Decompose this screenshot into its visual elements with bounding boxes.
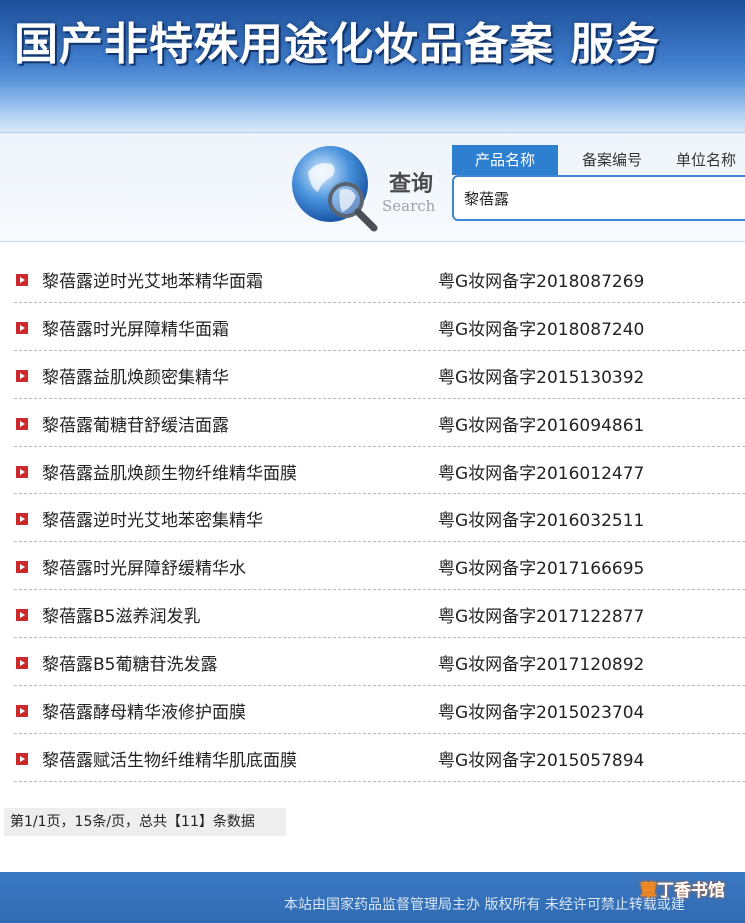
product-name-link[interactable]: 黎蓓露时光屏障舒缓精华水	[42, 554, 246, 579]
pagination-info: 第1/1页，15条/页，总共【11】条数据	[4, 808, 286, 836]
record-number: 粤G妆网备字2017120892	[438, 655, 645, 676]
list-item: 黎蓓露B5滋养润发乳 粤G妆网备字2017122877	[14, 590, 745, 639]
product-name-link[interactable]: 黎蓓露逆时光艾地苯密集精华	[42, 506, 263, 531]
result-list: 黎蓓露逆时光艾地苯精华面霜 粤G妆网备字2018087269 黎蓓露时光屏障精华…	[14, 255, 745, 782]
bullet-arrow-icon	[16, 561, 28, 574]
list-item: 黎蓓露时光屏障精华面霜 粤G妆网备字2018087240	[14, 303, 745, 351]
bullet-arrow-icon	[16, 369, 28, 382]
list-item: 黎蓓露逆时光艾地苯精华面霜 粤G妆网备字2018087269	[14, 255, 745, 303]
list-item: 黎蓓露时光屏障舒缓精华水 粤G妆网备字2017166695	[14, 542, 745, 591]
record-number: 粤G妆网备字2016012477	[438, 463, 645, 484]
page-title: 国产非特殊用途化妆品备案 服务	[14, 19, 661, 70]
record-number: 粤G妆网备字2018087269	[438, 272, 645, 292]
tab-company-name[interactable]: 单位名称	[676, 145, 745, 175]
list-item: 黎蓓露酵母精华液修护面膜 粤G妆网备字2015023704	[14, 686, 745, 734]
search-label-cn: 查询	[389, 171, 434, 197]
watermark-part2: 丁香书馆	[657, 881, 725, 901]
record-number: 粤G妆网备字2015023704	[438, 703, 645, 724]
record-number: 粤G妆网备字2016094861	[438, 415, 645, 436]
bullet-arrow-icon	[16, 274, 28, 286]
tab-product-name[interactable]: 产品名称	[452, 145, 558, 175]
search-label-en: Search	[382, 197, 436, 215]
product-name-link[interactable]: 黎蓓露逆时光艾地苯精华面霜	[42, 267, 263, 292]
record-number: 粤G妆网备字2017166695	[438, 559, 645, 580]
product-name-link[interactable]: 黎蓓露葡糖苷舒缓洁面露	[42, 411, 229, 436]
list-item: 黎蓓露B5葡糖苷洗发露 粤G妆网备字2017120892	[14, 638, 745, 687]
list-item: 黎蓓露逆时光艾地苯密集精华 粤G妆网备字2016032511	[14, 494, 745, 543]
record-number: 粤G妆网备字2017122877	[438, 607, 645, 628]
list-item: 黎蓓露葡糖苷舒缓洁面露 粤G妆网备字2016094861	[14, 399, 745, 447]
bullet-arrow-icon	[16, 417, 28, 430]
footer: 本站由国家药品监督管理局主办 版权所有 未经许可禁止转载或建	[0, 872, 745, 923]
product-name-link[interactable]: 黎蓓露B5滋养润发乳	[42, 602, 200, 627]
record-number: 粤G妆网备字2015057894	[438, 750, 645, 771]
header-banner: 国产非特殊用途化妆品备案 服务	[0, 0, 745, 132]
product-name-link[interactable]: 黎蓓露B5葡糖苷洗发露	[42, 650, 217, 675]
search-panel: 查询 Search 产品名称 备案编号 单位名称	[0, 132, 745, 242]
list-item: 黎蓓露益肌焕颜密集精华 粤G妆网备字2015130392	[14, 351, 745, 399]
record-number: 粤G妆网备字2016032511	[438, 511, 645, 532]
product-name-link[interactable]: 黎蓓露赋活生物纤维精华肌底面膜	[42, 746, 297, 771]
product-name-link[interactable]: 黎蓓露益肌焕颜密集精华	[42, 363, 229, 388]
record-number: 粤G妆网备字2015130392	[438, 367, 645, 388]
record-number: 粤G妆网备字2018087240	[438, 319, 645, 340]
footer-copyright: 本站由国家药品监督管理局主办 版权所有 未经许可禁止转载或建	[284, 897, 685, 913]
product-name-link[interactable]: 黎蓓露益肌焕颜生物纤维精华面膜	[42, 459, 297, 484]
bullet-arrow-icon	[16, 657, 28, 670]
bullet-arrow-icon	[16, 321, 28, 334]
bullet-arrow-icon	[16, 705, 28, 718]
watermark-logo: 蕈丁香书馆	[640, 876, 725, 901]
bullet-arrow-icon	[16, 465, 28, 478]
bullet-arrow-icon	[16, 609, 28, 622]
bullet-arrow-icon	[16, 513, 28, 526]
banner-glow	[0, 80, 745, 132]
tab-record-number[interactable]: 备案编号	[568, 145, 656, 175]
product-name-link[interactable]: 黎蓓露酵母精华液修护面膜	[42, 698, 246, 723]
watermark-part1: 蕈	[640, 881, 657, 901]
globe-search-icon	[292, 146, 378, 232]
search-input[interactable]	[452, 175, 745, 221]
bullet-arrow-icon	[16, 752, 28, 765]
list-item: 黎蓓露赋活生物纤维精华肌底面膜 粤G妆网备字2015057894	[14, 734, 745, 782]
product-name-link[interactable]: 黎蓓露时光屏障精华面霜	[42, 315, 229, 340]
list-item: 黎蓓露益肌焕颜生物纤维精华面膜 粤G妆网备字2016012477	[14, 447, 745, 495]
